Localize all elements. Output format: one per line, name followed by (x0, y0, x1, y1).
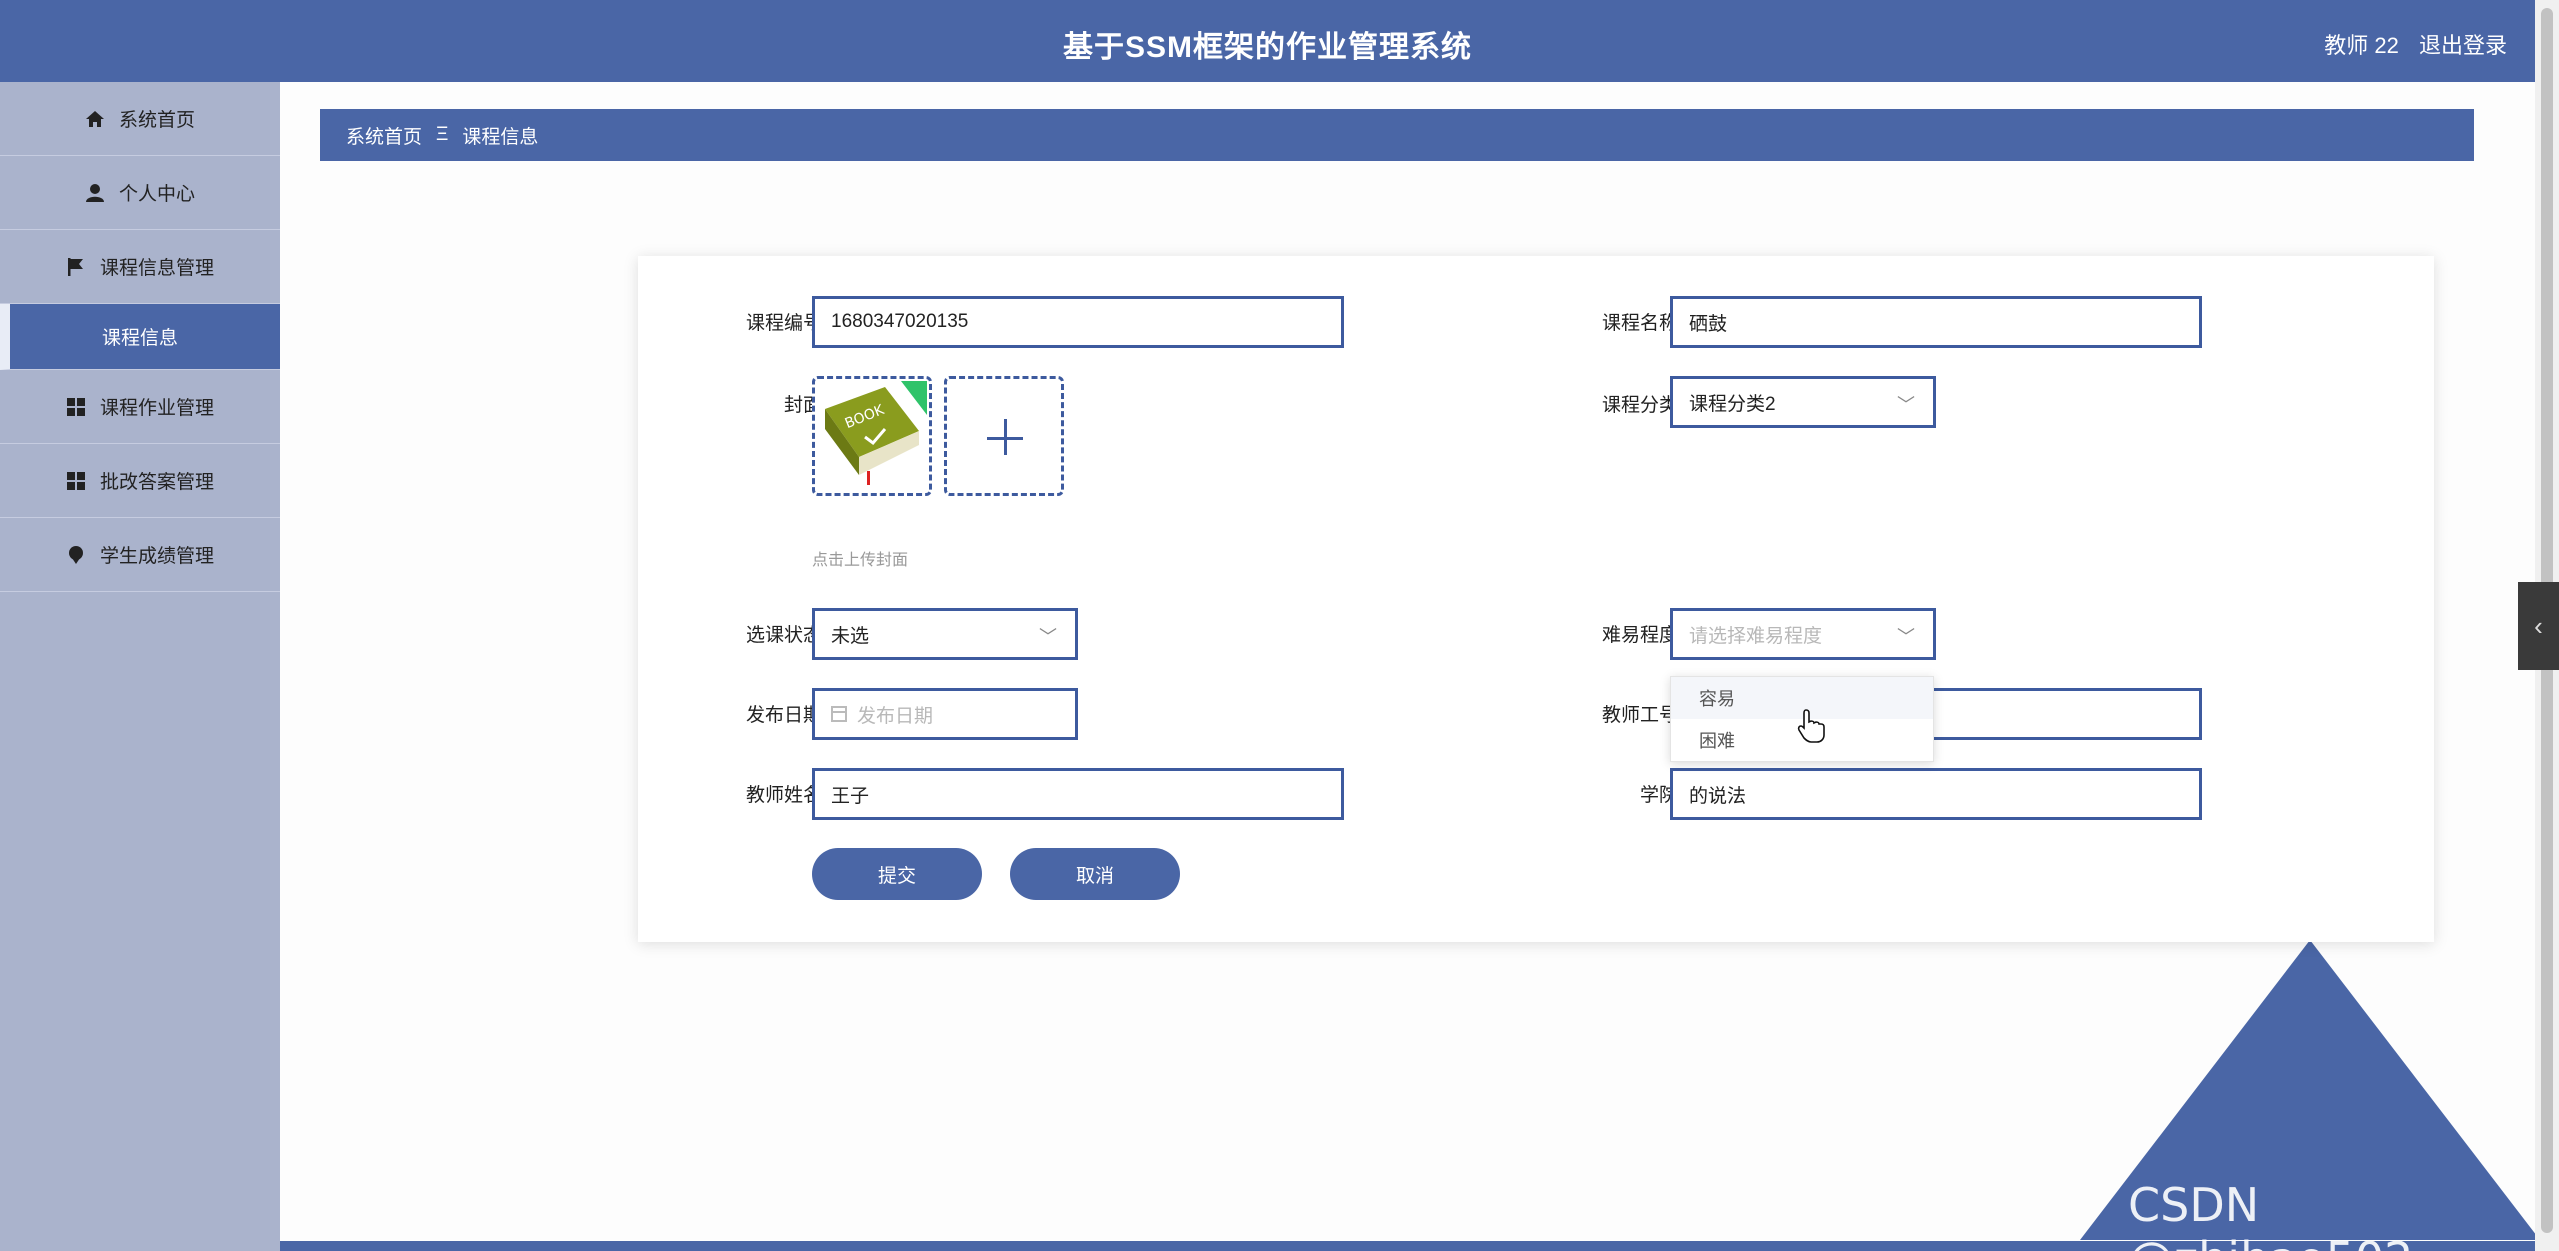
home-icon (85, 109, 105, 129)
breadcrumb-home[interactable]: 系统首页 (346, 122, 422, 149)
select-status-value: 未选 (831, 625, 870, 647)
sidebar-item-profile[interactable]: 个人中心 (0, 156, 280, 230)
book-cover-image: BOOK (825, 381, 927, 485)
watermark: CSDN @zhihao502 (2128, 1178, 2413, 1251)
course-no-label: 课程编号 (745, 313, 822, 334)
publish-date-placeholder: 发布日期 (857, 705, 934, 727)
course-name-label: 课程名称 (1601, 313, 1678, 334)
sidebar-item-label: 课程作业管理 (99, 398, 214, 419)
user-area: 教师 22 退出登录 (2324, 28, 2507, 60)
sidebar-item-label: 课程信息管理 (99, 258, 214, 279)
sidebar-item-label: 系统首页 (118, 110, 195, 131)
sidebar-item-course-info[interactable]: 课程信息 (0, 304, 280, 370)
flag-icon (66, 257, 86, 277)
app-title: 基于SSM框架的作业管理系统 (1062, 31, 1472, 64)
teacher-no-label: 教师工号 (1601, 705, 1678, 726)
sidebar-item-course-management[interactable]: 课程信息管理 (0, 230, 280, 304)
difficulty-placeholder: 请选择难易程度 (1689, 625, 1823, 647)
logout-link[interactable]: 退出登录 (2419, 33, 2507, 58)
sidebar-item-label: 学生成绩管理 (99, 546, 214, 567)
collapse-handle-icon[interactable]: ‹ (2518, 582, 2559, 670)
calendar-icon (831, 706, 847, 722)
publish-date-label: 发布日期 (745, 705, 822, 726)
select-status-select[interactable]: 未选 ﹀ (812, 608, 1078, 660)
breadcrumb-current: 课程信息 (462, 126, 539, 148)
sidebar-item-label: 个人中心 (118, 184, 195, 205)
hand-cursor-icon (1797, 709, 1825, 743)
course-form-card: 课程编号 1680347020135 课程名称 硒鼓 封面 BOOK 点击上传封… (638, 256, 2434, 942)
course-no-input[interactable]: 1680347020135 (812, 296, 1344, 348)
cover-label: 封面 (783, 395, 822, 416)
course-name-input[interactable]: 硒鼓 (1670, 296, 2202, 348)
chevron-down-icon: ﹀ (1039, 627, 1057, 647)
submit-button[interactable]: 提交 (812, 848, 982, 900)
teacher-name-label: 教师姓名 (745, 785, 822, 806)
sidebar-item-homework-management[interactable]: 课程作业管理 (0, 370, 280, 444)
difficulty-label: 难易程度 (1601, 625, 1678, 646)
current-user-label: 教师 22 (2324, 33, 2399, 58)
sidebar-item-home[interactable]: 系统首页 (0, 82, 280, 156)
chevron-up-icon: ﹀ (1897, 627, 1915, 647)
difficulty-select[interactable]: 请选择难易程度 ﹀ (1670, 608, 1936, 660)
chevron-down-icon: ﹀ (1897, 395, 1915, 415)
grid-icon (66, 397, 86, 417)
college-label: 学院 (1639, 785, 1678, 806)
user-icon (85, 183, 105, 203)
sidebar: 系统首页 个人中心 课程信息管理 课程信息 课程作业管理 批改答案管理 学生成绩… (0, 82, 280, 1251)
upload-hint: 点击上传封面 (812, 552, 909, 569)
college-input[interactable]: 的说法 (1670, 768, 2202, 820)
course-category-select[interactable]: 课程分类2 ﹀ (1670, 376, 1936, 428)
cover-thumbnail[interactable]: BOOK (812, 376, 932, 496)
cancel-button[interactable]: 取消 (1010, 848, 1180, 900)
course-category-label: 课程分类 (1601, 395, 1678, 416)
teacher-name-input[interactable]: 王子 (812, 768, 1344, 820)
breadcrumb: 系统首页 Ξ 课程信息 (320, 109, 2474, 161)
sidebar-item-score-management[interactable]: 学生成绩管理 (0, 518, 280, 592)
publish-date-input[interactable]: 发布日期 (812, 688, 1078, 740)
top-header: 基于SSM框架的作业管理系统 教师 22 退出登录 (0, 0, 2535, 82)
select-status-label: 选课状态 (745, 625, 822, 646)
pin-icon (66, 545, 86, 565)
breadcrumb-separator-icon: Ξ (436, 124, 449, 145)
upload-cover-button[interactable] (944, 376, 1064, 496)
sidebar-item-label: 批改答案管理 (99, 472, 214, 493)
grid-icon (66, 471, 86, 491)
sidebar-item-label: 课程信息 (102, 328, 179, 349)
course-category-value: 课程分类2 (1689, 393, 1776, 415)
sidebar-item-grading-management[interactable]: 批改答案管理 (0, 444, 280, 518)
